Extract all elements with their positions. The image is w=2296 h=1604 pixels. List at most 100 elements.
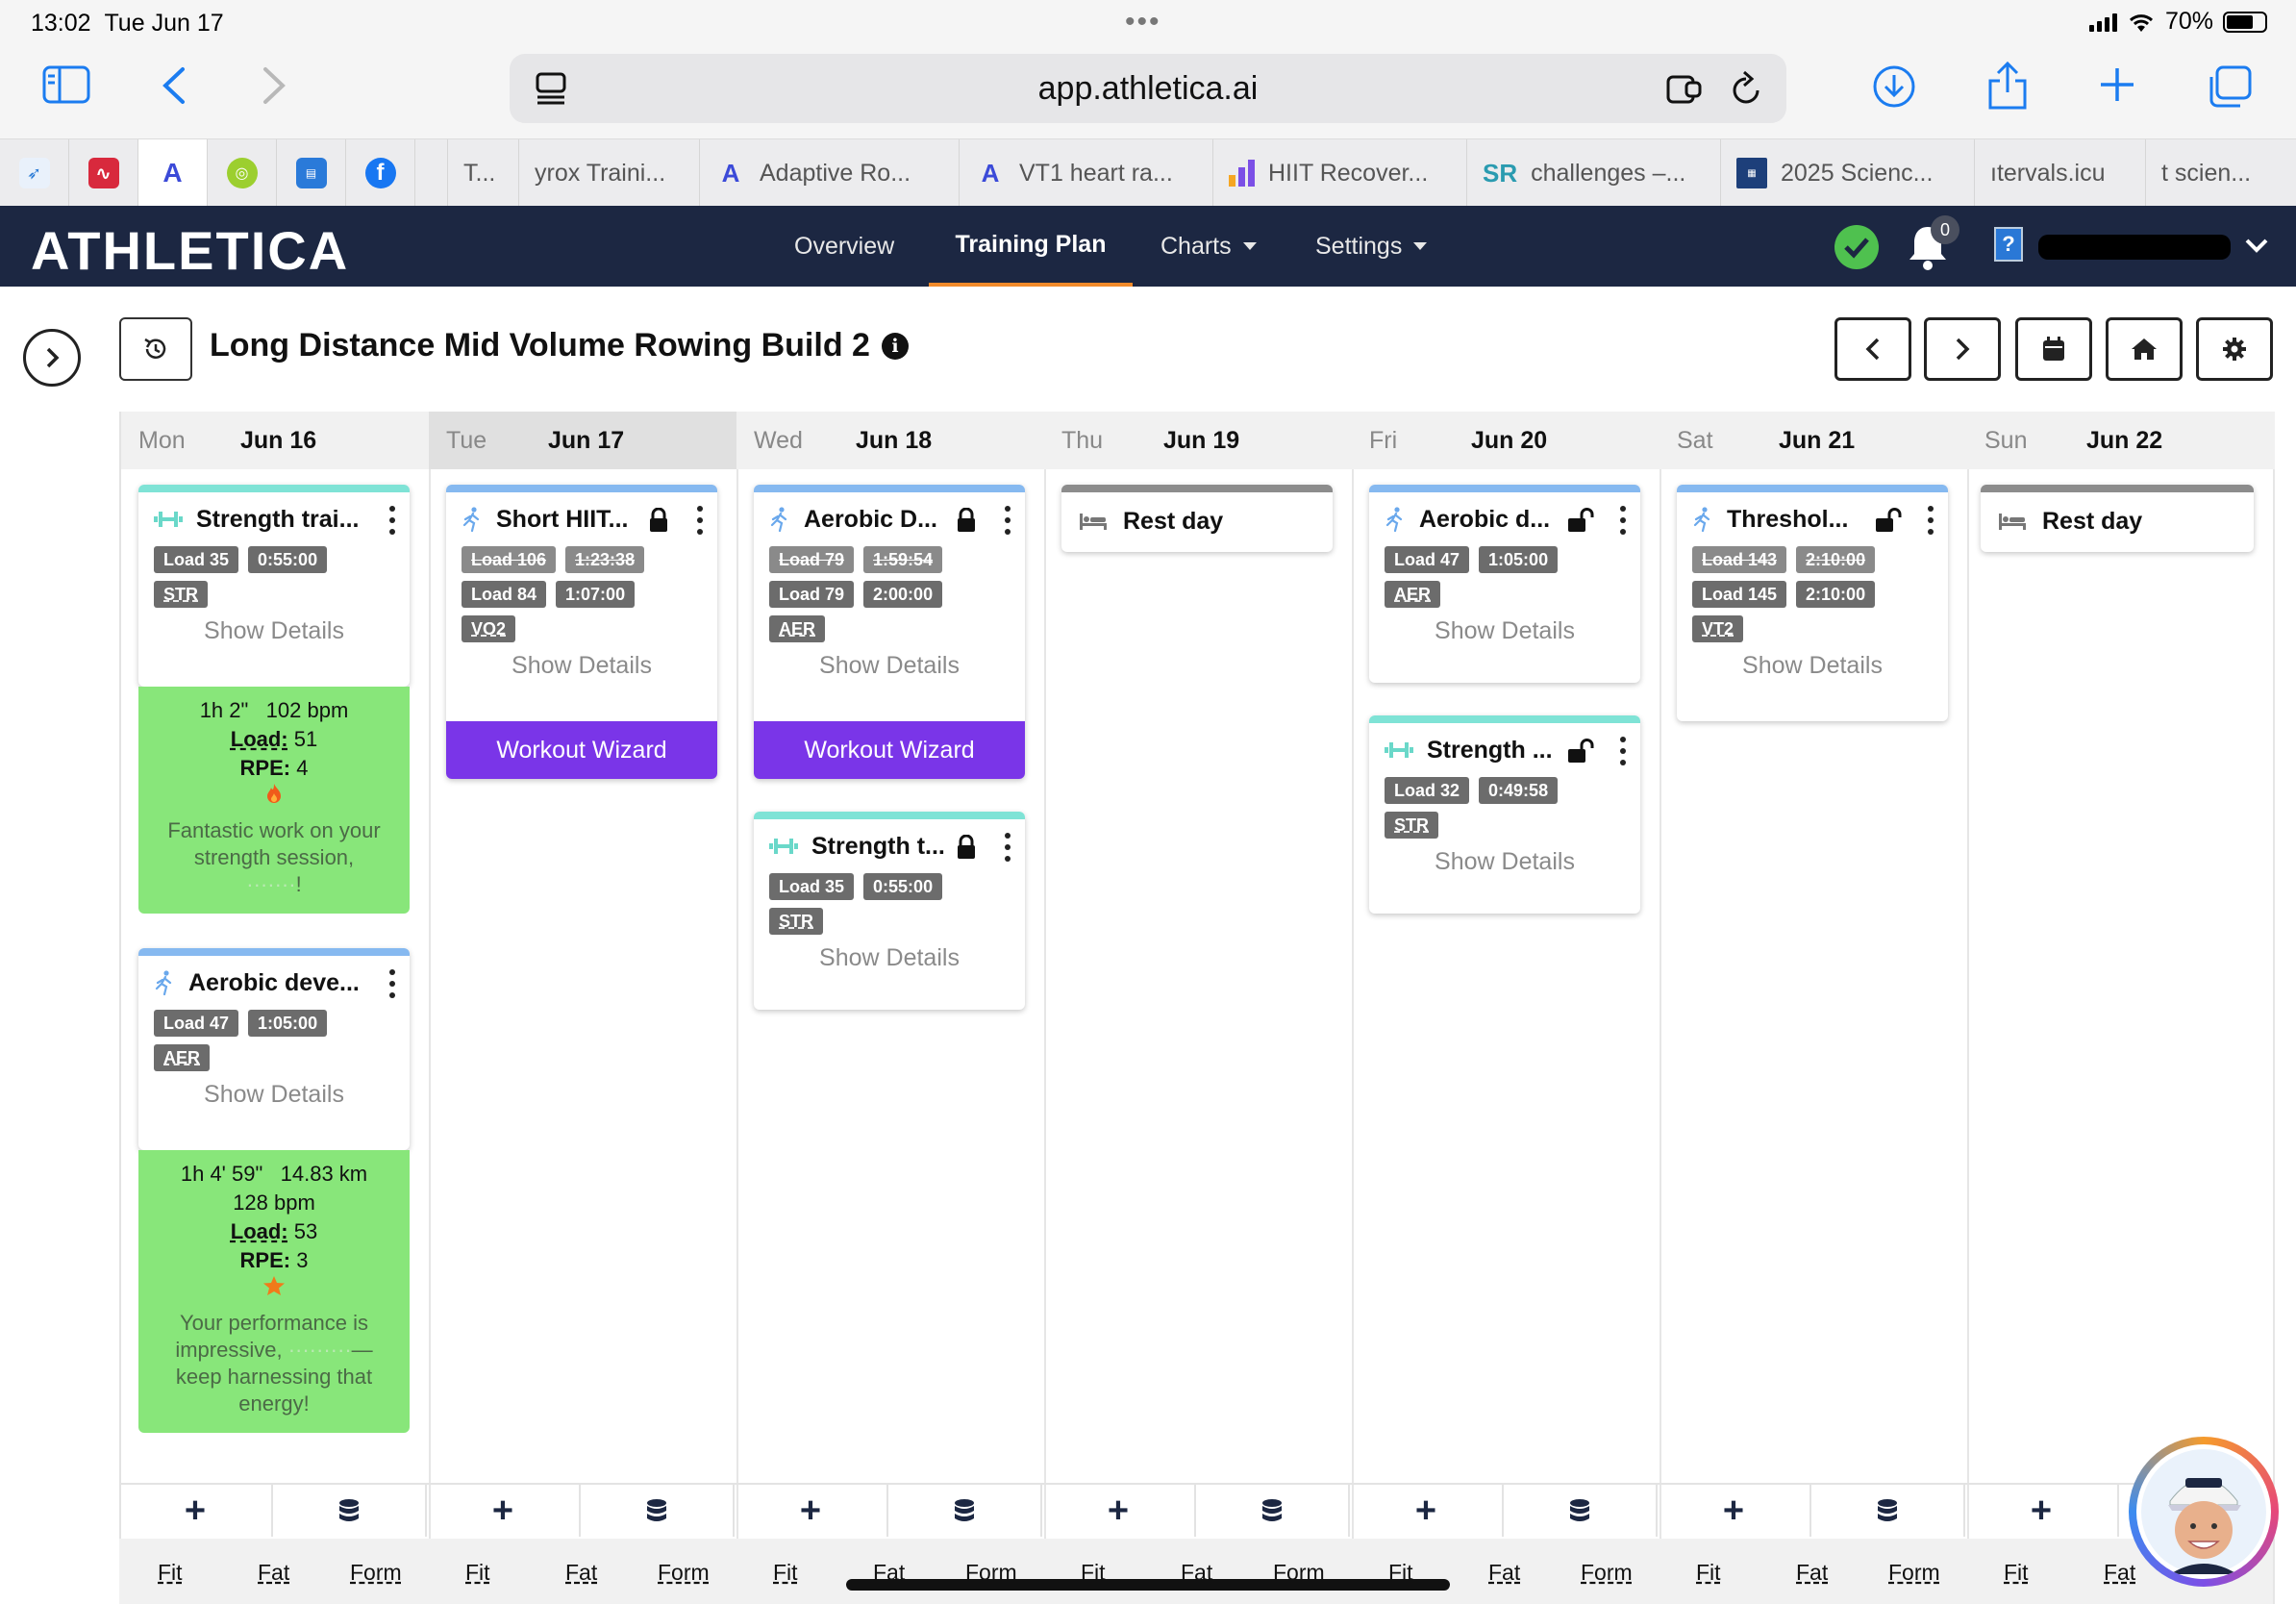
fat-link-fri[interactable]: Fat (1488, 1560, 1520, 1586)
fat-link-mon[interactable]: Fat (258, 1560, 289, 1586)
zone-badge[interactable]: VT2 (1692, 615, 1744, 642)
workout-card-wed-strength[interactable]: Strength t... Load 35 0:55:00 STR Show D… (754, 812, 1025, 1010)
completed-summary-mon-strength[interactable]: 1h 2" 102 bpm Load: 51 RPE: 4 Fantastic … (138, 687, 410, 914)
tab-favicon-athletica[interactable]: A (138, 139, 208, 207)
tab-3[interactable]: A Adaptive Ro... (700, 139, 960, 207)
library-button-thu[interactable] (1196, 1485, 1350, 1537)
show-details-link[interactable]: Show Details (754, 944, 1025, 972)
more-options-icon[interactable] (1619, 506, 1627, 535)
tab-overview-icon[interactable] (2206, 63, 2254, 110)
zone-badge[interactable]: STR (1385, 812, 1438, 839)
add-workout-button-sun[interactable]: + (1965, 1485, 2119, 1537)
share-icon[interactable] (1986, 60, 2029, 112)
download-icon[interactable] (1871, 63, 1917, 110)
nav-overview[interactable]: Overview (794, 206, 894, 287)
zone-badge[interactable]: STR (154, 581, 208, 608)
previous-week-button[interactable] (1834, 317, 1911, 381)
unlock-icon[interactable] (1567, 508, 1594, 533)
show-details-link[interactable]: Show Details (1369, 848, 1640, 876)
info-icon[interactable]: i (881, 332, 909, 360)
workout-wizard-button[interactable]: Workout Wizard (446, 721, 717, 779)
workout-card-sat-threshold[interactable]: Threshol... Load 143 2:10:00 Load 145 2:… (1677, 485, 1948, 721)
workout-card-tue-hiit[interactable]: Short HIIT... Load 106 1:23:38 Load 84 1… (446, 485, 717, 779)
nav-charts[interactable]: Charts (1160, 206, 1257, 287)
fat-link-sun[interactable]: Fat (2104, 1560, 2135, 1586)
tab-favicon-facebook[interactable]: f (346, 139, 415, 207)
calendar-button[interactable] (2015, 317, 2092, 381)
zone-badge[interactable]: AER (1385, 581, 1441, 608)
show-details-link[interactable]: Show Details (754, 652, 1025, 680)
form-link-fri[interactable]: Form (1581, 1560, 1633, 1586)
tab-4[interactable]: A VT1 heart ra... (960, 139, 1213, 207)
lock-icon[interactable] (956, 835, 977, 860)
sidebar-toggle-icon[interactable] (42, 65, 90, 104)
settings-button[interactable] (2196, 317, 2273, 381)
tab-5[interactable]: HIIT Recover... (1213, 139, 1467, 207)
fit-link-tue[interactable]: Fit (465, 1560, 490, 1586)
show-details-link[interactable]: Show Details (1677, 652, 1948, 680)
tab-favicon-5[interactable]: ▤ (277, 139, 346, 207)
add-workout-button-fri[interactable]: + (1350, 1485, 1504, 1537)
zone-badge[interactable]: VO2 (462, 615, 516, 642)
reload-icon[interactable] (1729, 69, 1763, 108)
form-link-tue[interactable]: Form (658, 1560, 710, 1586)
address-bar[interactable]: app.athletica.ai (510, 54, 1786, 123)
multitasking-dots[interactable]: ••• (1125, 6, 1161, 38)
add-workout-button-mon[interactable]: + (119, 1485, 273, 1537)
tab-favicon-1[interactable]: ➶ (0, 139, 69, 207)
sync-status-check-icon[interactable] (1834, 225, 1879, 269)
add-workout-button-thu[interactable]: + (1042, 1485, 1196, 1537)
more-options-icon[interactable] (1927, 506, 1934, 535)
home-button[interactable] (2106, 317, 2183, 381)
forward-icon[interactable] (260, 65, 288, 106)
history-button[interactable] (119, 317, 192, 381)
fit-link-sun[interactable]: Fit (2004, 1560, 2029, 1586)
zone-badge[interactable]: AER (154, 1044, 211, 1071)
unlock-icon[interactable] (1875, 508, 1902, 533)
workout-card-wed-aerobic[interactable]: Aerobic D... Load 79 1:59:54 Load 79 2:0… (754, 485, 1025, 779)
library-button-fri[interactable] (1504, 1485, 1658, 1537)
unlock-icon[interactable] (1567, 739, 1594, 764)
extension-icon[interactable] (1665, 71, 1704, 106)
home-indicator[interactable] (846, 1579, 1450, 1591)
coach-avatar-button[interactable] (2129, 1437, 2279, 1587)
workout-card-fri-aerobic[interactable]: Aerobic d... Load 47 1:05:00 AER Show De… (1369, 485, 1640, 683)
workout-card-mon-aerobic[interactable]: Aerobic deve... Load 47 1:05:00 AER Show… (138, 948, 410, 1150)
show-details-link[interactable]: Show Details (1369, 617, 1640, 645)
form-link-sat[interactable]: Form (1888, 1560, 1940, 1586)
workout-card-mon-strength[interactable]: Strength trai... Load 35 0:55:00 STR Sho… (138, 485, 410, 687)
next-week-button[interactable] (1924, 317, 2001, 381)
show-details-link[interactable]: Show Details (446, 652, 717, 680)
tab-1[interactable]: T... (448, 139, 519, 207)
athletica-logo[interactable]: ATHLETICA (31, 219, 349, 282)
show-details-link[interactable]: Show Details (138, 617, 410, 645)
tab-2[interactable]: yrox Traini... (519, 139, 700, 207)
tab-7[interactable]: ▦ 2025 Scienc... (1721, 139, 1975, 207)
lock-icon[interactable] (648, 508, 669, 533)
add-workout-button-sat[interactable]: + (1658, 1485, 1811, 1537)
show-details-link[interactable]: Show Details (138, 1081, 410, 1109)
library-button-mon[interactable] (273, 1485, 427, 1537)
more-options-icon[interactable] (696, 506, 704, 535)
library-button-tue[interactable] (581, 1485, 735, 1537)
more-options-icon[interactable] (388, 506, 396, 535)
library-button-wed[interactable] (888, 1485, 1042, 1537)
tab-favicon-2[interactable]: ∿ (69, 139, 138, 207)
tab-favicon-4[interactable]: ◎ (208, 139, 277, 207)
lock-icon[interactable] (956, 508, 977, 533)
fit-link-mon[interactable]: Fit (158, 1560, 183, 1586)
tab-9[interactable]: t scien... (2146, 139, 2279, 207)
more-options-icon[interactable] (1004, 506, 1011, 535)
new-tab-icon[interactable] (2098, 65, 2136, 104)
tab-6[interactable]: SR challenges –... (1467, 139, 1721, 207)
workout-wizard-button[interactable]: Workout Wizard (754, 721, 1025, 779)
chevron-down-icon[interactable] (2242, 231, 2271, 260)
user-name-redacted[interactable] (2038, 235, 2231, 260)
sidebar-expand-button[interactable] (23, 329, 81, 387)
more-options-icon[interactable] (1619, 737, 1627, 765)
tab-8[interactable]: ıtervals.icu (1975, 139, 2146, 207)
more-options-icon[interactable] (1004, 833, 1011, 862)
rest-day-card-sun[interactable]: Rest day (1981, 485, 2254, 552)
fit-link-sat[interactable]: Fit (1696, 1560, 1721, 1586)
add-workout-button-tue[interactable]: + (427, 1485, 581, 1537)
